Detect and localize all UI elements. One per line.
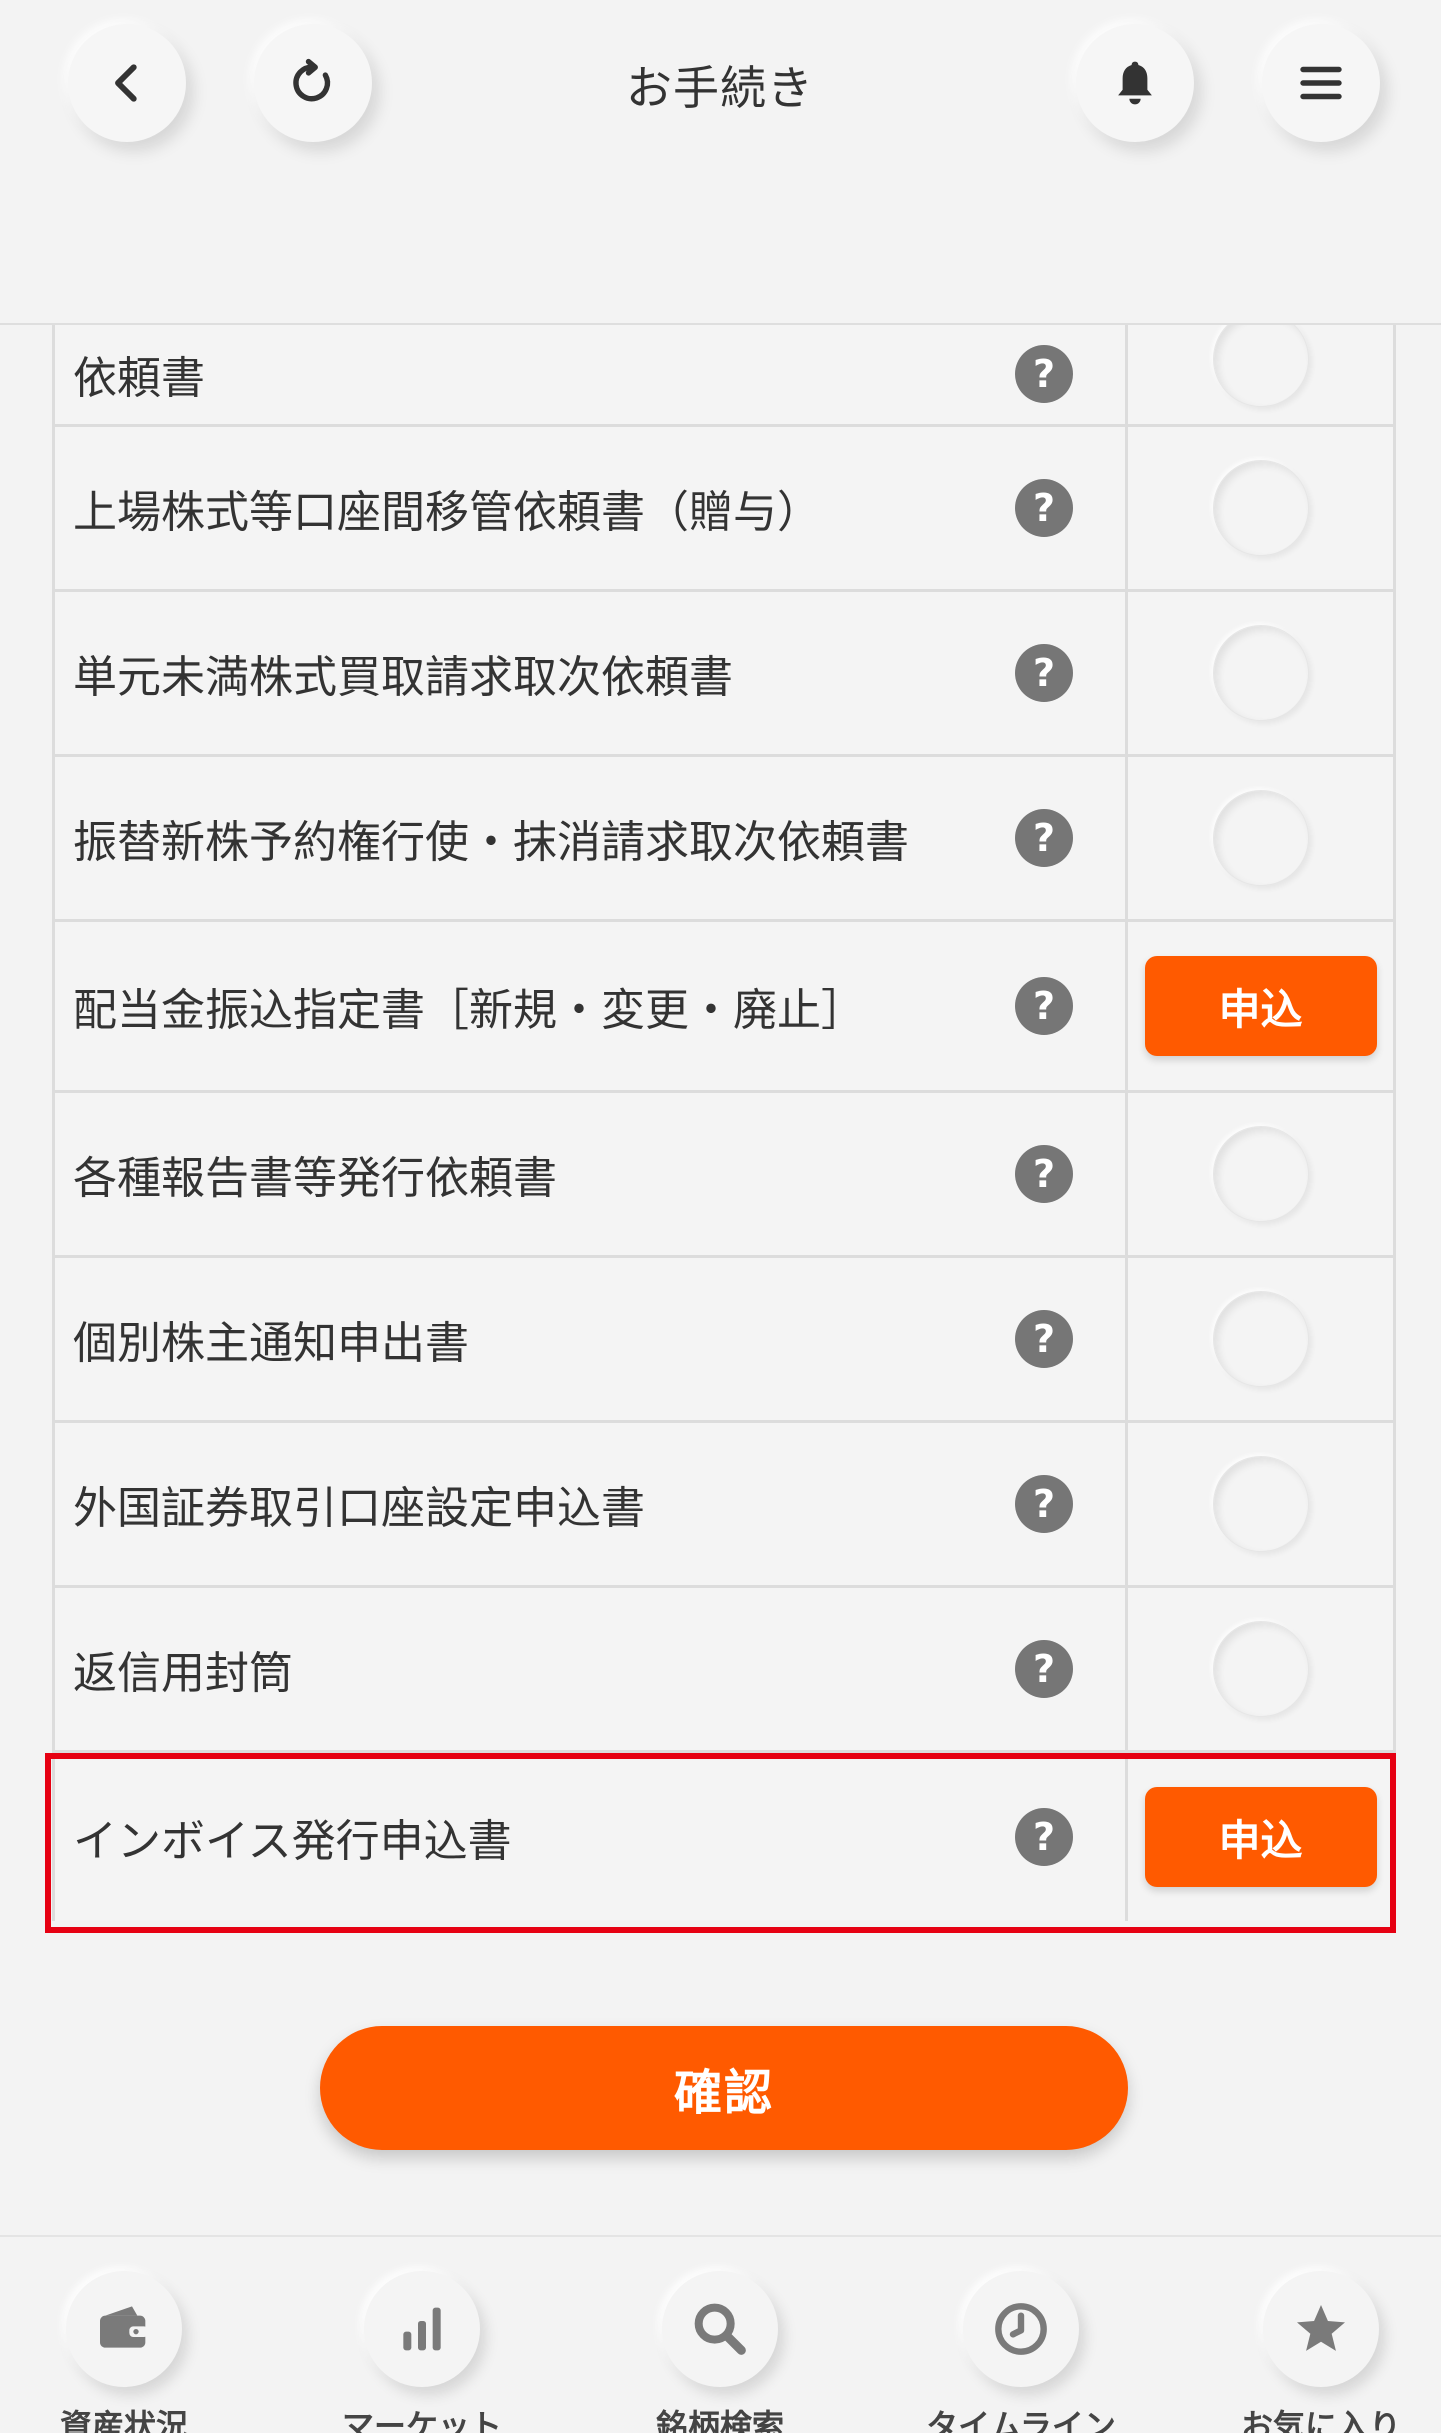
row-label-cell: 依頼書 ? xyxy=(55,325,1128,424)
select-radio[interactable] xyxy=(1212,311,1309,407)
apply-button[interactable]: 申込 xyxy=(1144,1787,1377,1887)
table-row-highlighted: インボイス発行申込書 ? 申込 xyxy=(55,1753,1393,1921)
row-action-cell xyxy=(1128,1588,1393,1750)
help-icon[interactable]: ? xyxy=(1015,809,1073,867)
row-label-cell: 配当金振込指定書［新規・変更・廃止］ ? xyxy=(55,922,1128,1090)
nav-icon-button[interactable] xyxy=(963,2271,1079,2387)
nav-item-search[interactable]: 銘柄検索 xyxy=(600,2271,840,2433)
row-label: インボイス発行申込書 xyxy=(73,1816,512,1867)
nav-label: タイムライン xyxy=(926,2407,1116,2433)
table-row: 各種報告書等発行依頼書 ? xyxy=(55,1093,1393,1258)
row-label: 配当金振込指定書［新規・変更・廃止］ xyxy=(73,985,865,1036)
help-icon[interactable]: ? xyxy=(1015,1145,1073,1203)
chevron-left-icon xyxy=(115,64,137,102)
select-radio[interactable] xyxy=(1212,790,1309,886)
help-icon[interactable]: ? xyxy=(1015,1640,1073,1698)
apply-button[interactable]: 申込 xyxy=(1144,956,1377,1056)
row-label-cell: 単元未満株式買取請求取次依頼書 ? xyxy=(55,592,1128,754)
select-radio[interactable] xyxy=(1212,1126,1309,1222)
row-label-cell: 上場株式等口座間移管依頼書（贈与） ? xyxy=(55,427,1128,589)
row-action-cell xyxy=(1128,1423,1393,1585)
row-label: 単元未満株式買取請求取次依頼書 xyxy=(73,652,733,703)
hamburger-menu-icon xyxy=(1300,66,1342,100)
nav-icon-button[interactable] xyxy=(66,2271,182,2387)
back-button[interactable] xyxy=(68,24,186,142)
nav-item-timeline[interactable]: タイムライン xyxy=(901,2271,1141,2433)
bottom-nav: 資産状況 マーケット 銘柄検索 タイムライン お気に入り xyxy=(0,2235,1441,2433)
row-label: 依頼書 xyxy=(73,353,205,404)
table-row: 依頼書 ? xyxy=(55,311,1393,427)
help-icon[interactable]: ? xyxy=(1015,345,1073,403)
help-icon[interactable]: ? xyxy=(1015,479,1073,537)
nav-icon-button[interactable] xyxy=(364,2271,480,2387)
bell-icon xyxy=(1118,61,1152,105)
nav-label: 銘柄検索 xyxy=(655,2407,784,2433)
row-action-cell xyxy=(1128,1093,1393,1255)
row-action-cell: 申込 xyxy=(1128,1753,1393,1921)
page-title: お手続き xyxy=(626,61,814,115)
row-label-cell: インボイス発行申込書 ? xyxy=(55,1753,1128,1921)
reload-icon xyxy=(293,58,331,102)
nav-icon-button[interactable] xyxy=(662,2271,778,2387)
select-radio[interactable] xyxy=(1212,1291,1309,1387)
row-action-cell xyxy=(1128,311,1393,424)
row-label-cell: 振替新株予約権行使・抹消請求取次依頼書 ? xyxy=(55,757,1128,919)
table-row: 個別株主通知申出書 ? xyxy=(55,1258,1393,1423)
row-action-cell xyxy=(1128,757,1393,919)
table-row: 外国証券取引口座設定申込書 ? xyxy=(55,1423,1393,1588)
select-radio[interactable] xyxy=(1212,625,1309,721)
table-row: 上場株式等口座間移管依頼書（贈与） ? xyxy=(55,427,1393,592)
bar-chart-icon xyxy=(403,2307,441,2351)
nav-icon-button[interactable] xyxy=(1263,2271,1379,2387)
help-icon[interactable]: ? xyxy=(1015,1310,1073,1368)
procedures-page: お手続き 依頼書 ? 上場株式等口座間移管依頼書（贈与） ? 単元未満株式買取請… xyxy=(0,0,1441,2433)
table-row: 配当金振込指定書［新規・変更・廃止］ ? 申込 xyxy=(55,922,1393,1093)
nav-item-market[interactable]: マーケット xyxy=(302,2271,542,2433)
row-label: 各種報告書等発行依頼書 xyxy=(73,1153,557,1204)
row-label: 外国証券取引口座設定申込書 xyxy=(73,1483,645,1534)
help-icon[interactable]: ? xyxy=(1015,977,1073,1035)
nav-item-assets[interactable]: 資産状況 xyxy=(4,2271,244,2433)
row-action-cell xyxy=(1128,592,1393,754)
row-action-cell: 申込 xyxy=(1128,922,1393,1090)
select-radio[interactable] xyxy=(1212,460,1309,556)
row-action-cell xyxy=(1128,427,1393,589)
row-label-cell: 外国証券取引口座設定申込書 ? xyxy=(55,1423,1128,1585)
star-icon xyxy=(1297,2305,1345,2351)
nav-label: マーケット xyxy=(341,2407,502,2433)
row-action-cell xyxy=(1128,1258,1393,1420)
select-radio[interactable] xyxy=(1212,1621,1309,1717)
reload-button[interactable] xyxy=(254,24,372,142)
row-label-cell: 個別株主通知申出書 ? xyxy=(55,1258,1128,1420)
wallet-icon xyxy=(100,2306,148,2348)
row-label: 返信用封筒 xyxy=(73,1648,293,1699)
row-label: 振替新株予約権行使・抹消請求取次依頼書 xyxy=(73,817,909,868)
table-row: 単元未満株式買取請求取次依頼書 ? xyxy=(55,592,1393,757)
row-label: 個別株主通知申出書 xyxy=(73,1318,469,1369)
procedures-table: 依頼書 ? 上場株式等口座間移管依頼書（贈与） ? 単元未満株式買取請求取次依頼… xyxy=(52,311,1396,1921)
row-label: 上場株式等口座間移管依頼書（贈与） xyxy=(73,487,821,538)
nav-label: お気に入り xyxy=(1240,2407,1401,2433)
nav-item-favorites[interactable]: お気に入り xyxy=(1201,2271,1441,2433)
search-icon xyxy=(694,2303,746,2355)
nav-label: 資産状況 xyxy=(59,2407,188,2433)
menu-button[interactable] xyxy=(1262,24,1380,142)
table-row: 振替新株予約権行使・抹消請求取次依頼書 ? xyxy=(55,757,1393,922)
table-row: 返信用封筒 ? xyxy=(55,1588,1393,1753)
row-label-cell: 各種報告書等発行依頼書 ? xyxy=(55,1093,1128,1255)
help-icon[interactable]: ? xyxy=(1015,1808,1073,1866)
notification-button[interactable] xyxy=(1076,24,1194,142)
select-radio[interactable] xyxy=(1212,1456,1309,1552)
help-icon[interactable]: ? xyxy=(1015,644,1073,702)
help-icon[interactable]: ? xyxy=(1015,1475,1073,1533)
confirm-button[interactable]: 確認 xyxy=(320,2026,1128,2150)
app-header: お手続き xyxy=(0,0,1441,325)
row-label-cell: 返信用封筒 ? xyxy=(55,1588,1128,1750)
clock-icon xyxy=(995,2303,1047,2355)
